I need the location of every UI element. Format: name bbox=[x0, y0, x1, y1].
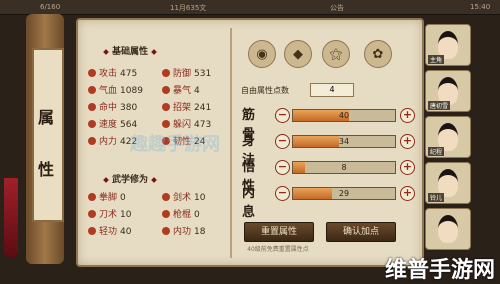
attr-bar: 40 bbox=[292, 109, 396, 122]
stat-defense: 防御 531 bbox=[162, 66, 211, 79]
topbar-notice[interactable]: 公告 bbox=[330, 3, 344, 13]
plus-button[interactable]: + bbox=[400, 160, 415, 175]
skill-blade: 刀术 10 bbox=[88, 207, 131, 220]
plus-button[interactable]: + bbox=[400, 186, 415, 201]
character-name: 铃儿 bbox=[428, 193, 445, 202]
scroll-paper bbox=[32, 48, 64, 222]
scroll-char-2: 性 bbox=[37, 160, 54, 179]
watermark-text: 趣趣手游网 bbox=[130, 134, 220, 155]
skill-sword: 剑术 10 bbox=[162, 190, 205, 203]
skill-spear: 枪棍 0 bbox=[162, 207, 200, 220]
attr-value: 8 bbox=[341, 163, 347, 172]
reset-hint: 40级前免费重置属性点 bbox=[247, 246, 309, 253]
attr-value: 40 bbox=[338, 111, 350, 120]
brand-watermark: 维普手游网 bbox=[385, 258, 496, 283]
skill-fist: 拳脚 0 bbox=[88, 190, 126, 203]
basic-attributes-title: 基础属性 bbox=[100, 44, 160, 57]
attribute-panel: 基础属性 攻击 475 防御 531 气血 1089 暴气 4 命中 380 招架 241 … bbox=[76, 18, 424, 267]
skill-lightness: 轻功 40 bbox=[88, 224, 131, 237]
character-card[interactable] bbox=[425, 208, 471, 250]
minus-button[interactable]: − bbox=[275, 134, 290, 149]
reset-attributes-button[interactable]: 重置属性 bbox=[244, 222, 314, 242]
character-name: 唐初雪 bbox=[428, 101, 451, 110]
panel-divider bbox=[230, 28, 232, 258]
character-card[interactable]: 唐初雪 bbox=[425, 70, 471, 112]
stat-dodge: 躲闪 473 bbox=[162, 117, 211, 130]
stat-crit: 暴气 4 bbox=[162, 83, 200, 96]
stat-speed: 速度 564 bbox=[88, 117, 137, 130]
character-name: 纪程 bbox=[428, 147, 445, 156]
character-card[interactable]: 主角 bbox=[425, 24, 471, 66]
stat-attack: 攻击 475 bbox=[88, 66, 137, 79]
character-list: 主角 唐初雪 纪程 铃儿 bbox=[420, 24, 490, 264]
attribute-scroll-banner: 属 性 bbox=[4, 8, 86, 270]
attr-bar: 8 bbox=[292, 161, 396, 174]
character-card[interactable]: 铃儿 bbox=[425, 162, 471, 204]
minus-button[interactable]: − bbox=[275, 108, 290, 123]
skill-inner-art: 内功 18 bbox=[162, 224, 205, 237]
character-portrait bbox=[438, 215, 458, 243]
plus-button[interactable]: + bbox=[400, 108, 415, 123]
martial-arts-title: 武学修为 bbox=[100, 172, 160, 185]
stat-hp: 气血 1089 bbox=[88, 83, 143, 96]
character-card[interactable]: 纪程 bbox=[425, 116, 471, 158]
equip-accessory-icon[interactable]: ✿ bbox=[364, 40, 392, 68]
minus-button[interactable]: − bbox=[275, 186, 290, 201]
attr-value: 29 bbox=[338, 189, 350, 198]
topbar-time: 15:40 bbox=[470, 3, 491, 11]
equip-weapon-icon[interactable]: ⚝ bbox=[322, 40, 350, 68]
equip-helmet-icon[interactable]: ◉ bbox=[248, 40, 276, 68]
confirm-points-button[interactable]: 确认加点 bbox=[326, 222, 396, 242]
minus-button[interactable]: − bbox=[275, 160, 290, 175]
free-points-label: 自由属性点数 bbox=[241, 86, 289, 95]
free-points-value: 4 bbox=[310, 83, 354, 97]
attr-name: 内息 bbox=[242, 186, 256, 220]
scroll-char-1: 属 bbox=[37, 108, 54, 127]
attr-bar: 29 bbox=[292, 187, 396, 200]
character-name: 主角 bbox=[428, 55, 445, 64]
plus-button[interactable]: + bbox=[400, 134, 415, 149]
stat-hit: 命中 380 bbox=[88, 100, 137, 113]
attr-bar: 34 bbox=[292, 135, 396, 148]
attr-value: 34 bbox=[338, 137, 350, 146]
topbar-currency: 11月635文 bbox=[170, 4, 207, 12]
stat-parry: 招架 241 bbox=[162, 100, 211, 113]
tassel-decoration bbox=[4, 178, 18, 258]
equip-armor-icon[interactable]: ◆ bbox=[284, 40, 312, 68]
